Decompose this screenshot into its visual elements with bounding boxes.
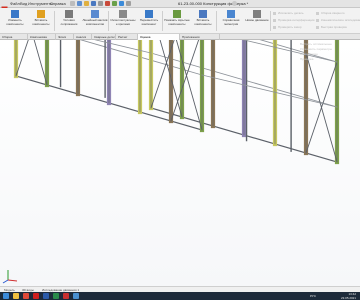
ribbon-separator [216,11,217,31]
move-component-icon [145,10,153,18]
wall-bracing[interactable] [171,40,203,131]
select-icon[interactable] [112,1,117,6]
disabled-command-icon [273,25,276,29]
reference-triad-icon [2,270,18,284]
reference-geometry-icon [227,10,235,18]
explorer-icon[interactable] [13,293,19,299]
ribbon-button-label: Справочная геометрия [222,18,240,26]
windows-taskbar: РУС 13:42 23.05.2021 [0,292,360,300]
ribbon-button-6[interactable]: Переместить компонент [136,10,162,32]
ribbon-button-label: Интеллектуальные крепежи [110,18,136,26]
ribbon-disabled-item[interactable]: Проверить зазор [273,25,302,30]
mate-icon [65,10,73,18]
ribbon-disabled-label: Проверить зазор [278,25,302,29]
help-icon[interactable] [232,1,237,6]
wall-bracing[interactable] [170,40,202,122]
clock-date: 23.05.2021 [340,296,356,300]
undo-icon[interactable] [105,1,110,6]
insert-icon-2 [199,10,207,18]
ribbon-button-label: Изменить компоненты [6,18,24,26]
save-icon[interactable] [91,1,96,6]
ribbon-button-4[interactable]: Линейный массив компонентов [82,10,108,32]
ribbon-button-7[interactable]: Показать скрытые компоненты [164,10,190,32]
new-document-icon[interactable] [77,1,82,6]
edit-component-icon [11,10,19,18]
hint-line: Проверка [300,57,314,61]
ribbon-disabled-item[interactable]: Исключить деталь [273,11,304,16]
faded-feature-list: Выбрать оптимальные Установить параметры… [300,42,358,62]
options-gear-icon[interactable] [126,1,131,6]
ribbon-button-label: Вставить компоненты [194,18,212,26]
ribbon-button-9[interactable]: Справочная геометрия [218,10,244,32]
wall-bracing[interactable] [151,40,183,118]
rebuild-icon[interactable] [119,1,124,6]
menu-file[interactable]: Файл [10,0,20,8]
ribbon-separator [108,11,109,31]
ribbon-disabled-item[interactable]: Проверка интерференции [273,18,314,23]
ribbon-disabled-item[interactable]: Сборка сварного [316,11,345,16]
ribbon-button-label: Показать скрытые компоненты [164,18,190,26]
ribbon-button-1[interactable]: Изменить компоненты [2,10,28,32]
ribbon-button-label: Вставить компоненты [32,18,50,26]
ribbon-disabled-item[interactable]: Кинематическое исследование [316,18,360,23]
mail-icon[interactable] [73,293,79,299]
ribbon-button-label: Новое движение [245,18,269,22]
disabled-command-icon [273,18,276,22]
ribbon-button-2[interactable]: Вставить компоненты [28,10,54,32]
ribbon-button-label: Условия сопряжения [60,18,78,26]
open-folder-icon[interactable] [84,1,89,6]
ribbon-button-label: Линейный массив компонентов [82,18,108,26]
ribbon-separator [270,11,271,31]
wall-bracing[interactable] [15,40,47,77]
word-icon[interactable] [43,293,49,299]
wall-bracing[interactable] [150,40,182,109]
ribbon-disabled-label: Исключить деталь [278,11,304,15]
system-clock[interactable]: 13:42 23.05.2021 [322,292,356,300]
menu-help[interactable]: Справка [50,0,66,8]
wall-bracing[interactable] [305,52,338,163]
insert-component-icon [37,10,45,18]
graphics-area[interactable]: Выбрать оптимальные Установить параметры… [0,40,360,286]
ribbon-disabled-label: Быстрая проверка [321,25,347,29]
disabled-command-icon [316,25,319,29]
ribbon-disabled-label: Кинематическое исследование [321,18,360,22]
ribbon-button-10[interactable]: Новое движение [244,10,270,32]
disabled-command-icon [316,11,319,15]
ribbon-button-label: Переместить компонент [139,18,159,26]
disabled-command-icon [273,11,276,15]
excel-icon[interactable] [53,293,59,299]
ribbon-disabled-label: Проверка интерференции [278,18,315,22]
solidworks-logo-icon[interactable]: S [1,0,8,13]
ribbon-separator [54,11,55,31]
browser-icon[interactable] [23,293,29,299]
ribbon-disabled-label: Сборка сварного [321,11,345,15]
disabled-command-icon [316,18,319,22]
print-icon[interactable] [98,1,103,6]
linear-pattern-icon [91,10,99,18]
pdf-icon[interactable] [63,293,69,299]
ribbon-button-3[interactable]: Условия сопряжения [56,10,82,32]
title-bar: S Файл Вид Инструменты Справка 61-23-00-… [0,0,360,13]
ribbon-separator [162,11,163,31]
show-hidden-icon [173,10,181,18]
ribbon-button-8[interactable]: Вставить компоненты [190,10,216,32]
smart-fasteners-icon [119,10,127,18]
menu-view[interactable]: Вид [20,0,27,8]
new-motion-icon [253,10,261,18]
document-title: 61-23-00-000 Конструкция фахверка * [178,1,249,6]
ribbon-disabled-item[interactable]: Быстрая проверка [316,25,347,30]
keyboard-language-indicator[interactable]: РУС [310,292,316,300]
home-icon[interactable] [70,1,75,6]
start-icon[interactable] [3,293,9,299]
solidworks-icon[interactable] [33,293,39,299]
ribbon-button-5[interactable]: Интеллектуальные крепежи [110,10,136,32]
steel-frame-model[interactable] [0,40,360,286]
command-manager: Изменить компоненты Вставить компоненты Ус… [0,8,360,34]
